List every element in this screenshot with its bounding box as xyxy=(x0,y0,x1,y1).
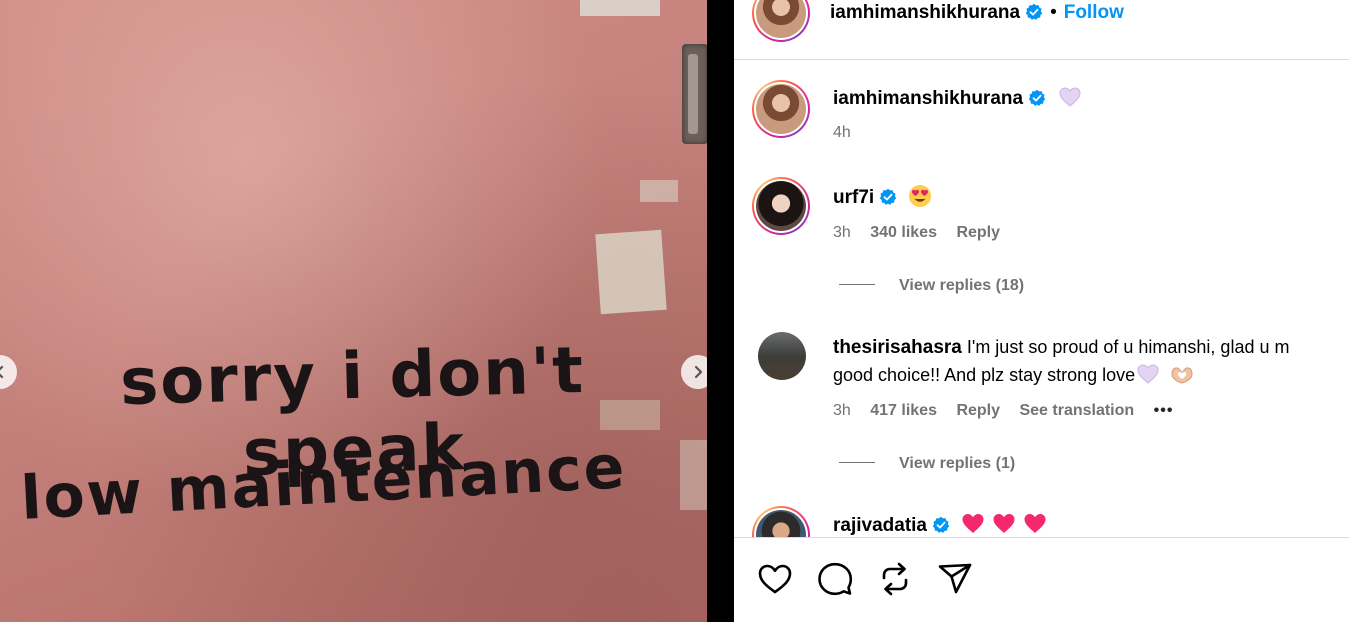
view-replies-button[interactable]: View replies (18) xyxy=(839,277,1024,295)
header-author-line: iamhimanshikhurana • Follow xyxy=(830,2,1124,24)
more-options-icon[interactable]: ••• xyxy=(1154,402,1174,419)
author-avatar[interactable] xyxy=(752,0,810,42)
caption-line: iamhimanshikhurana xyxy=(833,87,1081,110)
post-side-panel: iamhimanshikhurana • Follow iamhimanshikhu… xyxy=(734,0,1349,622)
paint-patch xyxy=(640,180,678,202)
comment-text-line2: good choice!! And plz stay strong love xyxy=(833,365,1136,385)
caption-time[interactable]: 4h xyxy=(833,124,851,141)
like-button[interactable] xyxy=(756,560,794,598)
verified-badge-icon xyxy=(1025,3,1043,20)
comment-time[interactable]: 3h xyxy=(833,224,851,241)
chevron-right-icon xyxy=(694,365,703,379)
chevron-left-icon xyxy=(0,365,4,379)
comment-avatar-urf7i[interactable] xyxy=(752,177,810,235)
follow-button[interactable]: Follow xyxy=(1064,2,1124,23)
post-action-bar xyxy=(734,537,1349,622)
caption-meta: 4h xyxy=(833,124,866,142)
comment-meta-urf7i: 3h 340 likes Reply xyxy=(833,224,1015,242)
verified-badge-icon xyxy=(879,188,897,205)
replies-divider-line xyxy=(839,462,875,463)
comment-text-line1: I'm just so proud of u himanshi, glad u … xyxy=(966,337,1290,357)
comment-bubble-icon xyxy=(818,562,853,596)
comment-likes[interactable]: 340 likes xyxy=(870,224,937,241)
comment-line2-thesirisahasra: good choice!! And plz stay strong love xyxy=(833,364,1194,387)
pink-heart-icon xyxy=(962,514,984,533)
comment-meta-thesirisahasra: 3h 417 likes Reply See translation ••• xyxy=(833,402,1188,420)
heart-eyes-emoji-icon xyxy=(909,185,932,207)
share-button[interactable] xyxy=(936,560,974,598)
repost-button[interactable] xyxy=(876,560,914,598)
reply-button[interactable]: Reply xyxy=(956,402,1000,419)
comment-avatar-thesirisahasra[interactable] xyxy=(758,332,806,380)
comment-username[interactable]: urf7i xyxy=(833,187,874,208)
lavender-heart-icon xyxy=(1137,364,1159,384)
heart-hands-emoji-icon xyxy=(1171,367,1193,384)
reply-button[interactable]: Reply xyxy=(956,224,1000,241)
header-separator: • xyxy=(1050,2,1057,23)
comment-button[interactable] xyxy=(816,560,854,598)
comment-username[interactable]: thesirisahasra xyxy=(833,337,962,358)
comment-line-urf7i: urf7i xyxy=(833,184,932,209)
paint-patch xyxy=(595,229,667,315)
paper-plane-icon xyxy=(938,563,972,594)
pink-heart-icon xyxy=(993,514,1015,533)
post-media[interactable]: sorry i don't speak low maintenance xyxy=(0,0,707,622)
comment-username[interactable]: rajivadatia xyxy=(833,515,927,536)
author-username[interactable]: iamhimanshikhurana xyxy=(830,2,1020,23)
comment-time[interactable]: 3h xyxy=(833,402,851,419)
verified-badge-icon xyxy=(932,516,950,533)
repost-arrows-icon xyxy=(882,562,908,596)
comment-line-thesirisahasra: thesirisahasra I'm just so proud of u hi… xyxy=(833,336,1289,359)
view-replies-label: View replies (18) xyxy=(899,277,1025,294)
lavender-heart-icon xyxy=(1059,87,1081,107)
post-header: iamhimanshikhurana • Follow xyxy=(734,0,1349,60)
replies-divider-line xyxy=(839,284,875,285)
view-replies-label: View replies (1) xyxy=(899,455,1016,472)
media-divider xyxy=(707,0,734,622)
caption-username[interactable]: iamhimanshikhurana xyxy=(833,88,1023,109)
heart-outline-icon xyxy=(758,564,792,594)
comment-line-rajivadatia: rajivadatia xyxy=(833,513,1047,537)
verified-badge-icon xyxy=(1028,89,1046,106)
caption-author-avatar[interactable] xyxy=(752,80,810,138)
view-replies-button[interactable]: View replies (1) xyxy=(839,455,1015,473)
door-latch xyxy=(682,44,707,144)
pink-heart-icon xyxy=(1024,514,1046,533)
door-frame xyxy=(580,0,660,16)
comment-likes[interactable]: 417 likes xyxy=(870,402,937,419)
next-slide-button[interactable] xyxy=(681,355,707,389)
see-translation-button[interactable]: See translation xyxy=(1019,402,1134,419)
